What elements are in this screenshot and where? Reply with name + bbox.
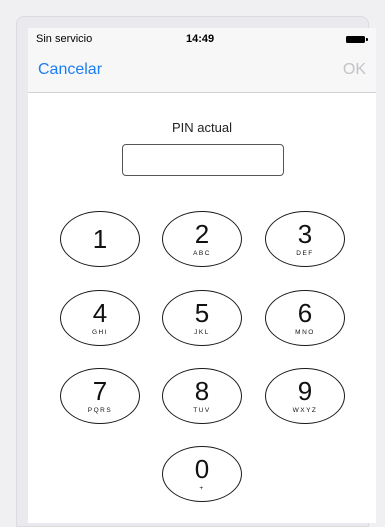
key-letters: GHI xyxy=(91,329,109,336)
key-letters: + xyxy=(199,485,205,492)
key-digit: 2 xyxy=(194,219,210,249)
keypad-key-8[interactable]: 8 TUV xyxy=(162,368,242,424)
phone-screen: Sin servicio 14:49 Cancelar OK PIN actua… xyxy=(28,28,376,523)
keypad-key-9[interactable]: 9 WXYZ xyxy=(265,368,345,424)
keypad-key-3[interactable]: 3 DEF xyxy=(265,211,345,267)
keypad-key-6[interactable]: 6 MNO xyxy=(265,290,345,346)
key-digit: 6 xyxy=(297,298,313,328)
key-digit: 4 xyxy=(92,298,108,328)
key-letters: JKL xyxy=(194,329,210,336)
carrier-label: Sin servicio xyxy=(36,33,93,45)
pin-label: PIN actual xyxy=(172,120,232,135)
key-digit: 8 xyxy=(194,376,210,406)
cancel-button[interactable]: Cancelar xyxy=(38,61,102,79)
keypad-key-4[interactable]: 4 GHI xyxy=(60,290,140,346)
key-digit: 3 xyxy=(297,219,313,249)
battery-full-icon xyxy=(346,36,368,43)
keypad-key-2[interactable]: 2 ABC xyxy=(162,211,242,267)
pin-input[interactable] xyxy=(122,144,284,176)
key-digit: 0 xyxy=(194,454,210,484)
key-letters: PQRS xyxy=(87,407,113,414)
key-digit: 1 xyxy=(92,224,108,254)
keypad-key-5[interactable]: 5 JKL xyxy=(162,290,242,346)
key-digit: 9 xyxy=(297,376,313,406)
keypad-key-0[interactable]: 0 + xyxy=(162,446,242,502)
keypad-key-1[interactable]: 1 xyxy=(60,211,140,267)
ok-button[interactable]: OK xyxy=(343,61,366,79)
key-letters: MNO xyxy=(295,329,315,336)
keypad-key-7[interactable]: 7 PQRS xyxy=(60,368,140,424)
key-letters: WXYZ xyxy=(292,407,318,414)
key-digit: 7 xyxy=(92,376,108,406)
status-time: 14:49 xyxy=(186,33,215,45)
key-letters: DEF xyxy=(296,250,314,257)
key-digit: 5 xyxy=(194,298,210,328)
key-letters: TUV xyxy=(193,407,211,414)
navigation-bar: Sin servicio 14:49 Cancelar OK xyxy=(28,28,376,93)
key-letters: ABC xyxy=(193,250,211,257)
status-bar: Sin servicio 14:49 xyxy=(28,28,376,48)
